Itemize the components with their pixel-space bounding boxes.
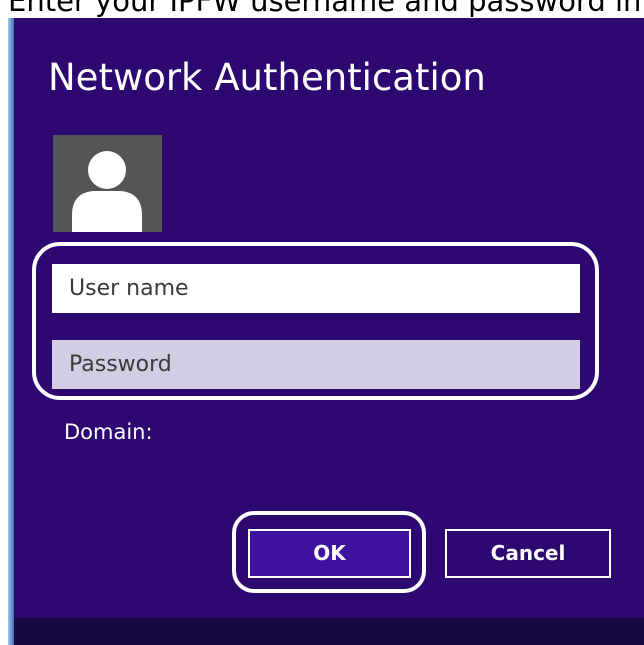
- ok-button[interactable]: OK: [248, 529, 411, 578]
- username-input[interactable]: [52, 264, 580, 313]
- cancel-button[interactable]: Cancel: [445, 529, 611, 578]
- domain-label: Domain:: [64, 420, 153, 444]
- dialog-bottom-bar: [14, 618, 644, 645]
- network-authentication-dialog: Network Authentication Domain: OK Cancel: [14, 18, 644, 645]
- password-input[interactable]: [52, 340, 580, 389]
- user-avatar-icon: [53, 135, 162, 232]
- instruction-caption: Enter your IPFW username and password in…: [8, 0, 644, 18]
- dialog-title: Network Authentication: [48, 56, 486, 99]
